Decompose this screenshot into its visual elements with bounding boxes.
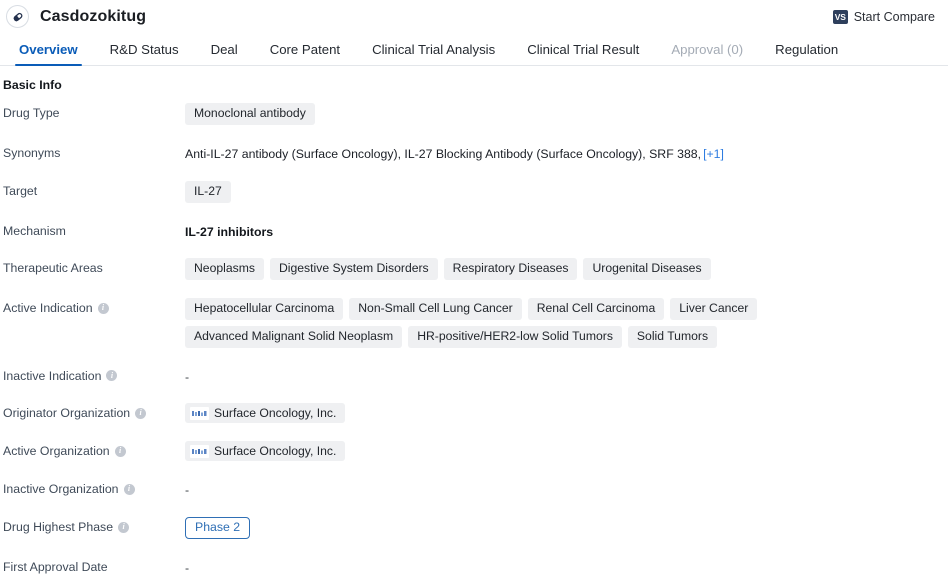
row-drug-highest-phase: Drug Highest Phase i Phase 2 [0, 517, 948, 539]
row-value: Anti-IL-27 antibody (Surface Oncology), … [185, 143, 948, 163]
tag-organization[interactable]: Surface Oncology, Inc. [185, 441, 346, 462]
app-header: Casdozokitug VS Start Compare [0, 0, 948, 33]
row-value: Surface Oncology, Inc. [185, 441, 948, 462]
row-inactive-organization: Inactive Organization i - [0, 479, 948, 499]
tab-approval: Approval (0) [671, 42, 744, 57]
row-label-text: Therapeutic Areas [3, 261, 103, 276]
tag-active-indication[interactable]: Advanced Malignant Solid Neoplasm [185, 326, 403, 348]
row-drug-type: Drug Type Monoclonal antibody [0, 103, 948, 125]
company-logo-icon [190, 444, 209, 458]
row-label-text: Inactive Indication [3, 368, 102, 383]
tab-deal[interactable]: Deal [195, 42, 254, 65]
row-value: IL-27 [185, 181, 948, 203]
mechanism-value: IL-27 inhibitors [185, 224, 274, 239]
row-label: Synonyms [3, 143, 185, 160]
status-badge-phase[interactable]: Phase 2 [185, 517, 251, 539]
row-synonyms: Synonyms Anti-IL-27 antibody (Surface On… [0, 143, 948, 163]
tag-organization[interactable]: Surface Oncology, Inc. [185, 403, 346, 424]
row-active-organization: Active Organization i Surface Oncology, … [0, 441, 948, 462]
row-label-text: Active Organization [3, 444, 110, 459]
row-label: Inactive Indication i [3, 366, 185, 383]
row-label: Mechanism [3, 221, 185, 238]
row-target: Target IL-27 [0, 181, 948, 203]
organization-name: Surface Oncology, Inc. [214, 444, 337, 459]
row-label-text: Drug Highest Phase [3, 520, 114, 535]
empty-value: - [185, 369, 190, 384]
info-icon[interactable]: i [123, 483, 135, 495]
overview-content: Basic Info Drug Type Monoclonal antibody… [0, 66, 948, 577]
tab-core-patent[interactable]: Core Patent [254, 42, 356, 65]
tag-therapeutic-area[interactable]: Respiratory Diseases [443, 258, 578, 281]
row-value: - [185, 479, 948, 499]
tag-therapeutic-area[interactable]: Urogenital Diseases [583, 258, 711, 281]
tag-therapeutic-area[interactable]: Digestive System Disorders [269, 258, 438, 281]
start-compare-label: Start Compare [853, 9, 935, 24]
empty-value: - [185, 483, 190, 498]
tab-overview[interactable]: Overview [3, 42, 94, 66]
tag-active-indication[interactable]: Liver Cancer [670, 298, 758, 321]
tag-active-indication[interactable]: Solid Tumors [627, 326, 718, 348]
section-title-basic-info: Basic Info [3, 78, 62, 92]
row-label: Target [3, 181, 185, 198]
vs-icon: VS [832, 9, 848, 24]
row-label: Drug Type [3, 103, 185, 120]
row-label-text: Drug Type [3, 106, 60, 120]
row-label: Inactive Organization i [3, 479, 185, 496]
row-label-text: Mechanism [3, 223, 66, 238]
info-icon[interactable]: i [106, 370, 118, 382]
tag-target[interactable]: IL-27 [185, 181, 231, 203]
organization-name: Surface Oncology, Inc. [214, 406, 337, 421]
row-originator-organization: Originator Organization i Surface Oncolo… [0, 403, 948, 424]
row-label: Active Indication i [3, 298, 185, 315]
row-label-text: First Approval Date [3, 559, 108, 574]
row-value: - [185, 366, 948, 386]
tag-drug-type[interactable]: Monoclonal antibody [185, 103, 315, 125]
row-value: Phase 2 [185, 517, 948, 539]
row-value: Hepatocellular Carcinoma Non-Small Cell … [185, 298, 948, 348]
row-label-text: Inactive Organization [3, 482, 119, 497]
tag-active-indication[interactable]: HR-positive/HER2-low Solid Tumors [408, 326, 622, 348]
tag-active-indication[interactable]: Non-Small Cell Lung Cancer [349, 298, 522, 321]
tab-clinical-trial-analysis[interactable]: Clinical Trial Analysis [356, 42, 511, 65]
row-label: Active Organization i [3, 441, 185, 458]
row-value: - [185, 557, 948, 577]
pill-capsule-icon [6, 5, 29, 28]
tag-active-indication[interactable]: Renal Cell Carcinoma [527, 298, 665, 321]
row-therapeutic-areas: Therapeutic Areas Neoplasms Digestive Sy… [0, 258, 948, 281]
tag-therapeutic-area[interactable]: Neoplasms [185, 258, 264, 281]
page-title: Casdozokitug [40, 7, 147, 25]
start-compare-button[interactable]: VS Start Compare [832, 9, 938, 24]
empty-value: - [185, 560, 190, 575]
row-label: First Approval Date [3, 557, 185, 574]
row-first-approval-date: First Approval Date - [0, 557, 948, 577]
synonyms-more-link[interactable]: [+1] [703, 147, 724, 161]
row-label-text: Target [3, 184, 38, 199]
tab-clinical-trial-result[interactable]: Clinical Trial Result [511, 42, 655, 65]
row-value: Neoplasms Digestive System Disorders Res… [185, 258, 948, 281]
row-label-text: Originator Organization [3, 406, 131, 421]
row-active-indication: Active Indication i Hepatocellular Carci… [0, 298, 948, 348]
tab-rd-status[interactable]: R&D Status [94, 42, 195, 65]
info-icon[interactable]: i [118, 521, 130, 533]
info-icon[interactable]: i [97, 302, 109, 314]
tab-regulation[interactable]: Regulation [759, 42, 854, 65]
row-value: Surface Oncology, Inc. [185, 403, 948, 424]
row-value: Monoclonal antibody [185, 103, 948, 125]
info-icon[interactable]: i [135, 407, 147, 419]
row-label: Originator Organization i [3, 403, 185, 420]
row-value: IL-27 inhibitors [185, 221, 948, 241]
info-icon[interactable]: i [114, 445, 126, 457]
synonyms-text: Anti-IL-27 antibody (Surface Oncology), … [185, 146, 702, 161]
tab-bar: Overview R&D Status Deal Core Patent Cli… [0, 33, 948, 66]
row-label-text: Active Indication [3, 301, 93, 316]
row-mechanism: Mechanism IL-27 inhibitors [0, 221, 948, 241]
tag-active-indication[interactable]: Hepatocellular Carcinoma [185, 298, 344, 321]
company-logo-icon [190, 406, 209, 420]
row-label: Therapeutic Areas [3, 258, 185, 275]
row-label-text: Synonyms [3, 145, 61, 160]
row-label: Drug Highest Phase i [3, 517, 185, 534]
row-inactive-indication: Inactive Indication i - [0, 366, 948, 386]
